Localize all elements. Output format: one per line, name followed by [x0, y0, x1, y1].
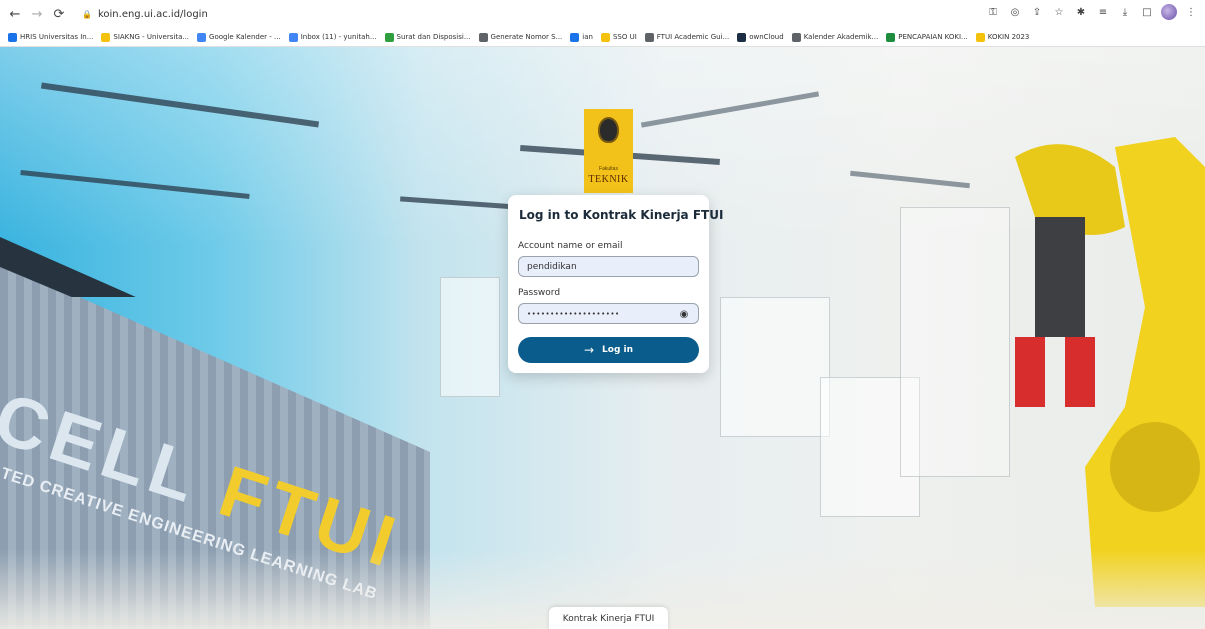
bookmark-label: Inbox (11) - yunitah...	[300, 33, 377, 41]
lab-bench	[720, 297, 830, 437]
bookmark-label: ian	[582, 33, 593, 41]
bookmark-item[interactable]: Kalender Akademik...	[791, 32, 879, 42]
bookmark-label: Google Kalender - ...	[209, 33, 281, 41]
bookmark-item[interactable]: FTUI Academic Gui...	[644, 32, 730, 42]
bookmark-label: SSO UI	[612, 33, 637, 41]
toolbar-actions: ⚿ ◎ ⇪ ☆ ✱ ≡ ⤓ □ ⋮	[985, 4, 1199, 20]
ftui-logo: Fakultas TEKNIK	[584, 109, 633, 193]
bookmark-favicon-icon	[197, 32, 207, 42]
share-icon[interactable]: ⇪	[1029, 4, 1045, 20]
bookmark-item[interactable]: PENCAPAIAN KOKI...	[886, 32, 968, 42]
key-icon[interactable]: ⚿	[985, 4, 1001, 20]
bookmark-favicon-icon	[600, 32, 610, 42]
account-label: Account name or email	[518, 241, 623, 251]
login-title: Log in to Kontrak Kinerja FTUI	[519, 208, 724, 222]
download-icon[interactable]: ⤓	[1117, 4, 1133, 20]
account-input[interactable]: pendidikan	[518, 256, 699, 277]
arrow-right-icon: →	[583, 343, 595, 357]
bookmark-item[interactable]: Surat dan Disposisi...	[384, 32, 471, 42]
reading-list-icon[interactable]: ≡	[1095, 4, 1111, 20]
login-button[interactable]: → Log in	[518, 337, 699, 363]
bookmark-item[interactable]: Inbox (11) - yunitah...	[288, 32, 377, 42]
bookmark-label: Generate Nomor S...	[490, 33, 563, 41]
bookmark-favicon-icon	[384, 32, 394, 42]
eye-icon[interactable]: ◉	[678, 308, 690, 320]
bookmark-favicon-icon	[8, 32, 17, 42]
bookmark-label: Kalender Akademik...	[803, 33, 879, 41]
browser-toolbar: ← → ⟳ 🔒 koin.eng.ui.ac.id/login ⚿ ◎ ⇪ ☆ …	[0, 0, 1205, 28]
extensions-icon[interactable]: ✱	[1073, 4, 1089, 20]
bookmarks-bar: HRIS Universitas In... SIAKNG - Universit…	[0, 28, 1205, 47]
bookmark-favicon-icon	[737, 32, 747, 42]
reload-icon[interactable]: ⟳	[48, 3, 70, 25]
bookmark-label: FTUI Academic Gui...	[656, 33, 730, 41]
bookmark-label: ownCloud	[749, 33, 784, 41]
bookmark-label: KOKIN 2023	[987, 33, 1030, 41]
menu-icon[interactable]: ⋮	[1183, 4, 1199, 20]
logo-text: TEKNIK	[588, 174, 629, 185]
bookmark-favicon-icon	[101, 32, 111, 42]
login-card: Log in to Kontrak Kinerja FTUI Account n…	[508, 195, 723, 373]
window-icon[interactable]: □	[1139, 4, 1155, 20]
bookmark-item[interactable]: SIAKNG - Universita...	[101, 32, 190, 42]
bookmark-favicon-icon	[288, 32, 298, 42]
bookmark-label: SIAKNG - Universita...	[113, 33, 190, 41]
bookmark-label: Surat dan Disposisi...	[396, 33, 471, 41]
lab-bench	[440, 277, 500, 397]
robot-arm	[1015, 137, 1205, 607]
login-button-label: Log in	[602, 345, 634, 355]
bookmark-label: PENCAPAIAN KOKI...	[898, 33, 968, 41]
bookmark-favicon-icon	[975, 32, 985, 42]
account-value: pendidikan	[527, 261, 577, 272]
bookmark-item[interactable]: Google Kalender - ...	[197, 32, 281, 42]
bookmark-favicon-icon	[570, 32, 580, 42]
footer-app-name: Kontrak Kinerja FTUI	[549, 607, 668, 629]
address-bar[interactable]: 🔒 koin.eng.ui.ac.id/login	[82, 5, 208, 23]
forward-icon[interactable]: →	[26, 3, 48, 25]
bookmark-item[interactable]: HRIS Universitas In...	[8, 32, 94, 42]
password-label: Password	[518, 288, 561, 298]
google-lens-icon[interactable]: ◎	[1007, 4, 1023, 20]
logo-subtitle: Fakultas	[599, 166, 618, 172]
bookmark-favicon-icon	[886, 32, 896, 42]
profile-avatar[interactable]	[1161, 4, 1177, 20]
password-value: ••••••••••••••••••••	[527, 309, 620, 318]
bookmark-favicon-icon	[478, 32, 488, 42]
bookmark-item[interactable]: KOKIN 2023	[975, 32, 1030, 42]
login-page: CELL FTUI TED CREATIVE ENGINEERING LEARN…	[0, 47, 1205, 629]
bookmark-favicon-icon	[644, 32, 654, 42]
back-icon[interactable]: ←	[4, 3, 26, 25]
url-text: koin.eng.ui.ac.id/login	[97, 8, 208, 20]
makara-emblem-icon	[598, 117, 619, 143]
bookmark-item[interactable]: ian	[570, 32, 593, 42]
bookmark-item[interactable]: Generate Nomor S...	[478, 32, 563, 42]
bookmark-item[interactable]: SSO UI	[600, 32, 637, 42]
bookmark-favicon-icon	[791, 32, 801, 42]
lock-icon: 🔒	[82, 9, 92, 19]
bookmark-item[interactable]: ownCloud	[737, 32, 784, 42]
bookmark-label: HRIS Universitas In...	[20, 33, 94, 41]
password-input[interactable]: •••••••••••••••••••• ◉	[518, 303, 699, 324]
star-icon[interactable]: ☆	[1051, 4, 1067, 20]
